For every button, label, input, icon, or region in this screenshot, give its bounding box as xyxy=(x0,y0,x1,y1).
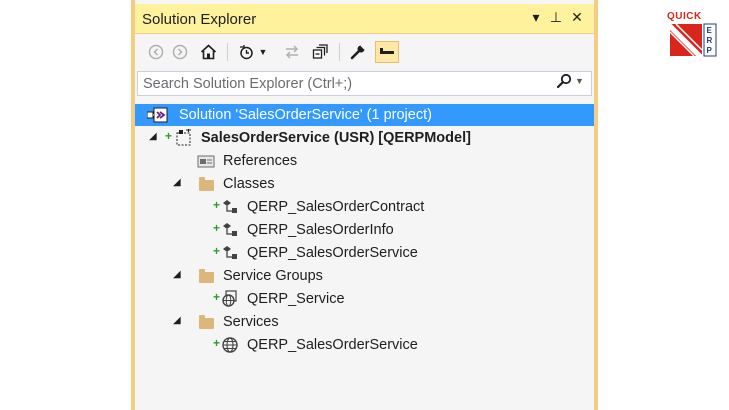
search-icon[interactable] xyxy=(556,73,572,94)
folder-icon xyxy=(197,267,215,285)
tree-item-service[interactable]: + QERP_SalesOrderService xyxy=(135,334,594,356)
quick-erp-logo: QUICK E R P xyxy=(666,10,718,64)
svg-text:E: E xyxy=(707,26,713,35)
class-icon xyxy=(221,244,239,262)
collapse-arrow-icon[interactable]: ◢ xyxy=(173,177,181,188)
window-position-dropdown-icon[interactable]: ▾ xyxy=(527,9,545,26)
pending-add-icon: + xyxy=(165,129,173,143)
tree-item-label: Service Groups xyxy=(223,268,323,284)
home-icon[interactable] xyxy=(197,41,219,63)
back-icon[interactable] xyxy=(145,41,167,63)
project-icon xyxy=(175,129,193,147)
panel-border-right xyxy=(594,0,598,410)
pending-add-icon: + xyxy=(213,336,221,350)
close-icon[interactable]: ✕ xyxy=(568,9,586,26)
pending-add-icon: + xyxy=(213,244,221,258)
search-input[interactable] xyxy=(143,75,543,92)
collapse-all-icon[interactable] xyxy=(309,41,331,63)
sync-icon[interactable] xyxy=(281,41,303,63)
svg-text:QUICK: QUICK xyxy=(667,11,702,22)
pending-add-icon: + xyxy=(213,198,221,212)
tree-item-references[interactable]: References xyxy=(135,150,594,172)
pin-icon[interactable]: ⊥ xyxy=(547,9,565,26)
collapse-arrow-icon[interactable]: ◢ xyxy=(149,131,157,142)
pending-add-icon: + xyxy=(213,221,221,235)
svg-text:R: R xyxy=(707,36,713,45)
tree-item-label: QERP_SalesOrderInfo xyxy=(247,222,394,238)
tree-item-label: QERP_Service xyxy=(247,291,345,307)
tree-item-label: Classes xyxy=(223,176,275,192)
history-dropdown-icon[interactable]: ▼ xyxy=(257,41,269,63)
tree-item-services-folder[interactable]: ◢ Services xyxy=(135,311,594,333)
tree-item-class[interactable]: + QERP_SalesOrderInfo xyxy=(135,219,594,241)
collapse-arrow-icon[interactable]: ◢ xyxy=(173,315,181,326)
tree-item-label: SalesOrderService (USR) [QERPModel] xyxy=(201,130,471,146)
tree-item-label: QERP_SalesOrderService xyxy=(247,245,418,261)
history-icon[interactable] xyxy=(235,41,257,63)
tree-item-project[interactable]: ◢ + SalesOrderService (USR) [QERPModel] xyxy=(135,127,594,149)
pending-add-icon: + xyxy=(213,290,221,304)
properties-icon[interactable] xyxy=(347,41,369,63)
search-box[interactable]: ▼ xyxy=(137,71,592,96)
tree-item-label: Services xyxy=(223,314,279,330)
tree-item-class[interactable]: + QERP_SalesOrderService xyxy=(135,242,594,264)
tree-item-service-group[interactable]: + QERP_Service xyxy=(135,288,594,310)
forward-icon[interactable] xyxy=(169,41,191,63)
class-icon xyxy=(221,198,239,216)
panel-title: Solution Explorer xyxy=(142,11,257,28)
folder-icon xyxy=(197,175,215,193)
solution-tree: Solution 'SalesOrderService' (1 project)… xyxy=(135,100,594,410)
tree-item-solution[interactable]: Solution 'SalesOrderService' (1 project) xyxy=(135,104,594,126)
tree-item-label: QERP_SalesOrderService xyxy=(247,337,418,353)
class-icon xyxy=(221,221,239,239)
collapse-arrow-icon[interactable]: ◢ xyxy=(173,269,181,280)
globe-icon xyxy=(221,336,239,354)
tree-item-classes-folder[interactable]: ◢ Classes xyxy=(135,173,594,195)
toolbar-separator xyxy=(227,43,228,61)
solution-explorer-titlebar: Solution Explorer ▾ ⊥ ✕ xyxy=(135,4,594,34)
tree-item-class[interactable]: + QERP_SalesOrderContract xyxy=(135,196,594,218)
solution-icon xyxy=(147,106,169,124)
tree-item-service-groups-folder[interactable]: ◢ Service Groups xyxy=(135,265,594,287)
tree-item-label: References xyxy=(223,153,298,169)
preview-icon[interactable] xyxy=(375,41,399,63)
folder-icon xyxy=(197,313,215,331)
tree-item-label: Solution 'SalesOrderService' (1 project) xyxy=(179,107,432,123)
solution-explorer-toolbar: ▼ xyxy=(135,35,594,70)
tree-item-label: QERP_SalesOrderContract xyxy=(247,199,425,215)
references-icon xyxy=(197,152,215,170)
search-options-dropdown-icon[interactable]: ▼ xyxy=(575,76,584,86)
service-group-icon xyxy=(221,290,239,308)
svg-text:P: P xyxy=(707,46,713,55)
toolbar-separator xyxy=(339,43,340,61)
